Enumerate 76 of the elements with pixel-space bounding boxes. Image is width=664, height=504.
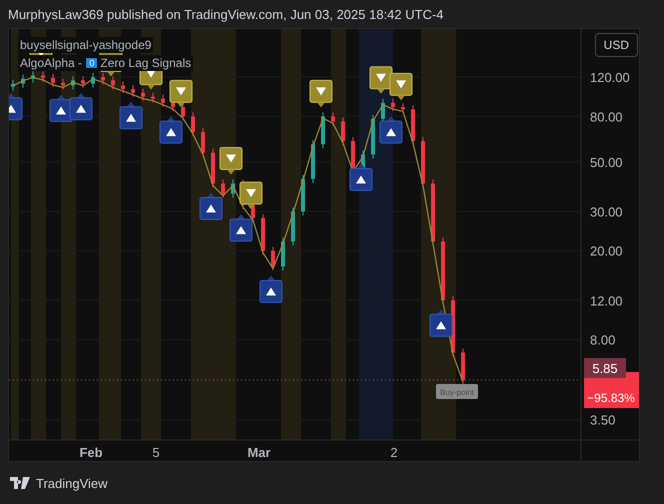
candle: [11, 79, 15, 92]
price-axis-label: 30.00: [590, 204, 623, 220]
price-axis-label: 50.00: [590, 154, 623, 170]
buy-signal-marker: [230, 214, 252, 242]
candle: [321, 112, 325, 149]
candle: [141, 88, 145, 102]
buy-signal-marker: [120, 102, 142, 130]
candle: [341, 116, 345, 146]
price-axis-label: 120.00: [590, 70, 630, 86]
marked-price-label: 5.85: [584, 358, 626, 378]
sell-signal-marker: [310, 80, 332, 108]
brand-name: TradingView: [36, 476, 108, 490]
time-axis-label: Mar: [247, 445, 271, 460]
candle: [51, 73, 55, 88]
price-axis-label: 3.50: [590, 412, 616, 428]
sell-signal-marker: [170, 80, 192, 108]
buy-signal-marker: [9, 92, 22, 120]
buy-signal-marker: [260, 276, 282, 303]
candle: [41, 70, 45, 82]
candle: [311, 140, 315, 184]
buy-signal-marker: [160, 116, 182, 144]
publish-title: MurphysLaw369 published on TradingView.com, Jun 03, 2025 18:42 UTC-4: [7, 6, 445, 24]
candle: [411, 104, 415, 146]
buy-signal-marker: [430, 309, 452, 337]
indicator-prefix: AlgoAlpha -: [20, 56, 84, 70]
sell-signal-marker: [240, 182, 262, 210]
sell-signal-marker: [370, 66, 392, 94]
candle: [61, 78, 65, 90]
price-axis-label: 20.00: [590, 244, 623, 259]
candle: [191, 112, 195, 137]
script-name: buysellsignal-yashgode9: [18, 37, 154, 53]
candle: [441, 237, 445, 305]
buy-signal-marker: [50, 94, 72, 122]
candle: [121, 81, 125, 94]
indicator-name: Zero Lag Signals: [100, 56, 192, 70]
candle: [231, 179, 235, 198]
indicator-badge: 0: [85, 57, 98, 69]
time-axis-label: 5: [152, 445, 160, 460]
candle: [21, 74, 25, 88]
candle: [381, 98, 385, 124]
candle: [91, 72, 95, 88]
candle: [271, 246, 275, 271]
candle: [131, 84, 135, 98]
candle: [81, 76, 85, 88]
currency-button[interactable]: USD: [594, 33, 638, 57]
brand-logo-icon: [10, 477, 30, 489]
candle: [101, 72, 105, 85]
candle: [291, 206, 295, 246]
candle: [331, 112, 335, 126]
buy-signal-marker: [380, 116, 402, 144]
candle: [221, 179, 225, 198]
price-axis-label: 80.00: [590, 109, 623, 124]
candle: [201, 128, 205, 158]
candle: [111, 76, 115, 90]
candle: [301, 174, 305, 216]
candle: [371, 114, 375, 159]
candle: [151, 92, 155, 104]
price-axis-label: 8.00: [590, 332, 616, 348]
time-axis-label: Feb: [79, 445, 103, 460]
candle: [281, 237, 285, 271]
candle: [461, 348, 465, 385]
buy-signal-marker: [350, 163, 372, 191]
buy-signal-marker: [200, 192, 222, 220]
sell-signal-marker: [220, 147, 242, 175]
candle: [181, 102, 185, 121]
candle: [261, 214, 265, 256]
sell-signal-marker: [390, 72, 412, 100]
candle: [211, 148, 215, 188]
candle: [401, 102, 405, 114]
time-axis-label: 2: [390, 445, 398, 460]
candle: [161, 94, 165, 108]
buy-point-label: Buy-point: [436, 384, 478, 400]
price-axis-label: 12.00: [590, 293, 623, 308]
candle: [391, 98, 395, 112]
buy-signal-marker: [70, 92, 92, 120]
candle: [71, 76, 75, 90]
